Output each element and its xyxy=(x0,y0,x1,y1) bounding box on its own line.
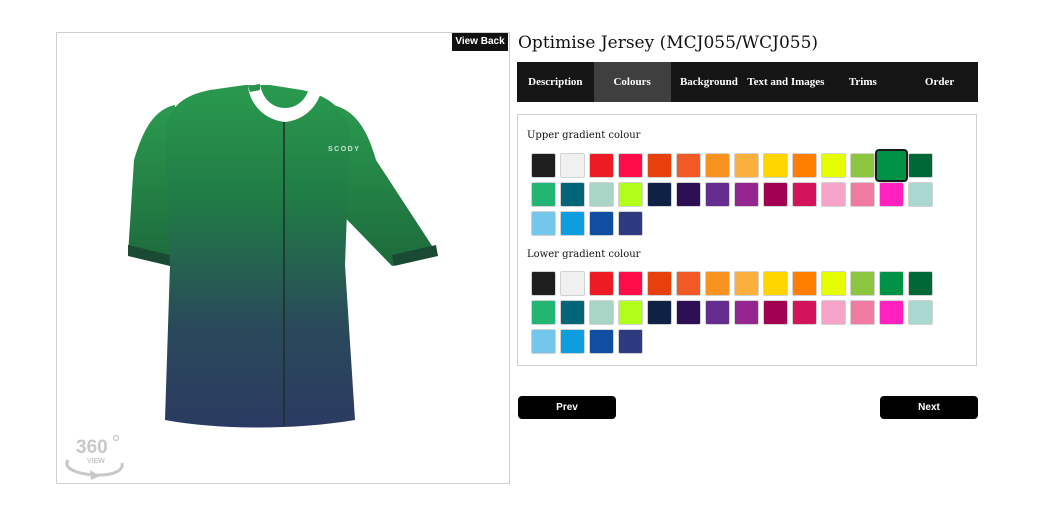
product-title: Optimise Jersey (MCJ055/WCJ055) xyxy=(518,33,819,53)
upper-colour-swatch[interactable] xyxy=(560,211,585,236)
lower-colour-swatch[interactable] xyxy=(589,329,614,354)
lower-colour-swatch[interactable] xyxy=(647,300,672,325)
lower-colour-swatch[interactable] xyxy=(705,271,730,296)
lower-gradient-swatches xyxy=(531,271,941,354)
upper-colour-swatch[interactable] xyxy=(618,211,643,236)
lower-colour-swatch[interactable] xyxy=(850,271,875,296)
upper-colour-swatch[interactable] xyxy=(560,182,585,207)
lower-colour-swatch[interactable] xyxy=(821,271,846,296)
tab-text-and-images[interactable]: Text and Images xyxy=(747,62,824,102)
lower-colour-swatch[interactable] xyxy=(879,271,904,296)
lower-colour-swatch[interactable] xyxy=(560,329,585,354)
svg-text:VIEW: VIEW xyxy=(87,458,105,465)
tab-order[interactable]: Order xyxy=(901,62,978,102)
lower-colour-swatch[interactable] xyxy=(589,271,614,296)
upper-colour-swatch[interactable] xyxy=(589,211,614,236)
lower-colour-swatch[interactable] xyxy=(531,329,556,354)
upper-colour-swatch[interactable] xyxy=(647,153,672,178)
lower-colour-swatch[interactable] xyxy=(763,300,788,325)
lower-colour-swatch[interactable] xyxy=(560,271,585,296)
lower-colour-swatch[interactable] xyxy=(531,271,556,296)
tab-description[interactable]: Description xyxy=(517,62,594,102)
upper-colour-swatch[interactable] xyxy=(792,153,817,178)
tab-colours[interactable]: Colours xyxy=(593,62,671,102)
lower-colour-swatch[interactable] xyxy=(618,271,643,296)
upper-colour-swatch[interactable] xyxy=(647,182,672,207)
lower-gradient-label: Lower gradient colour xyxy=(527,249,641,260)
upper-colour-swatch[interactable] xyxy=(531,211,556,236)
upper-colour-swatch[interactable] xyxy=(618,182,643,207)
upper-colour-swatch[interactable] xyxy=(850,182,875,207)
upper-colour-swatch[interactable] xyxy=(531,153,556,178)
lower-colour-swatch[interactable] xyxy=(908,300,933,325)
upper-colour-swatch[interactable] xyxy=(589,153,614,178)
lower-colour-swatch[interactable] xyxy=(763,271,788,296)
lower-colour-swatch[interactable] xyxy=(734,300,759,325)
upper-colour-swatch[interactable] xyxy=(879,182,904,207)
jersey-body xyxy=(165,85,355,428)
lower-colour-swatch[interactable] xyxy=(647,271,672,296)
upper-colour-swatch[interactable] xyxy=(908,182,933,207)
lower-colour-swatch[interactable] xyxy=(531,300,556,325)
upper-colour-swatch[interactable] xyxy=(763,153,788,178)
upper-colour-swatch[interactable] xyxy=(676,182,701,207)
upper-colour-swatch[interactable] xyxy=(875,149,908,182)
jersey-image[interactable]: SCODY xyxy=(70,50,440,430)
tab-bar: Description Colours Background Text and Ima… xyxy=(517,62,978,102)
upper-colour-swatch[interactable] xyxy=(705,182,730,207)
lower-colour-swatch[interactable] xyxy=(705,300,730,325)
upper-gradient-swatches xyxy=(531,149,941,236)
lower-colour-swatch[interactable] xyxy=(850,300,875,325)
tab-background[interactable]: Background xyxy=(671,62,748,102)
upper-colour-swatch[interactable] xyxy=(560,153,585,178)
lower-colour-swatch[interactable] xyxy=(879,300,904,325)
jersey-brand-text: SCODY xyxy=(328,146,360,153)
view-back-button[interactable]: View Back xyxy=(452,33,508,51)
upper-colour-swatch[interactable] xyxy=(763,182,788,207)
upper-colour-swatch[interactable] xyxy=(908,153,933,178)
upper-colour-swatch[interactable] xyxy=(734,182,759,207)
upper-colour-swatch[interactable] xyxy=(531,182,556,207)
upper-colour-swatch[interactable] xyxy=(705,153,730,178)
upper-colour-swatch[interactable] xyxy=(734,153,759,178)
upper-colour-swatch[interactable] xyxy=(618,153,643,178)
upper-colour-swatch[interactable] xyxy=(821,182,846,207)
svg-text:360: 360 xyxy=(76,437,108,458)
lower-colour-swatch[interactable] xyxy=(618,329,643,354)
360-view-icon[interactable]: 360 VIEW xyxy=(62,433,128,481)
lower-colour-swatch[interactable] xyxy=(792,300,817,325)
lower-colour-swatch[interactable] xyxy=(821,300,846,325)
lower-colour-swatch[interactable] xyxy=(618,300,643,325)
lower-colour-swatch[interactable] xyxy=(560,300,585,325)
tab-trims[interactable]: Trims xyxy=(824,62,901,102)
upper-colour-swatch[interactable] xyxy=(589,182,614,207)
upper-colour-swatch[interactable] xyxy=(792,182,817,207)
upper-colour-swatch[interactable] xyxy=(676,153,701,178)
upper-colour-swatch[interactable] xyxy=(821,153,846,178)
lower-colour-swatch[interactable] xyxy=(792,271,817,296)
next-button[interactable]: Next xyxy=(880,396,978,419)
prev-button[interactable]: Prev xyxy=(518,396,616,419)
upper-gradient-label: Upper gradient colour xyxy=(527,130,641,141)
lower-colour-swatch[interactable] xyxy=(676,300,701,325)
lower-colour-swatch[interactable] xyxy=(676,271,701,296)
lower-colour-swatch[interactable] xyxy=(908,271,933,296)
lower-colour-swatch[interactable] xyxy=(734,271,759,296)
lower-colour-swatch[interactable] xyxy=(589,300,614,325)
upper-colour-swatch[interactable] xyxy=(850,153,875,178)
